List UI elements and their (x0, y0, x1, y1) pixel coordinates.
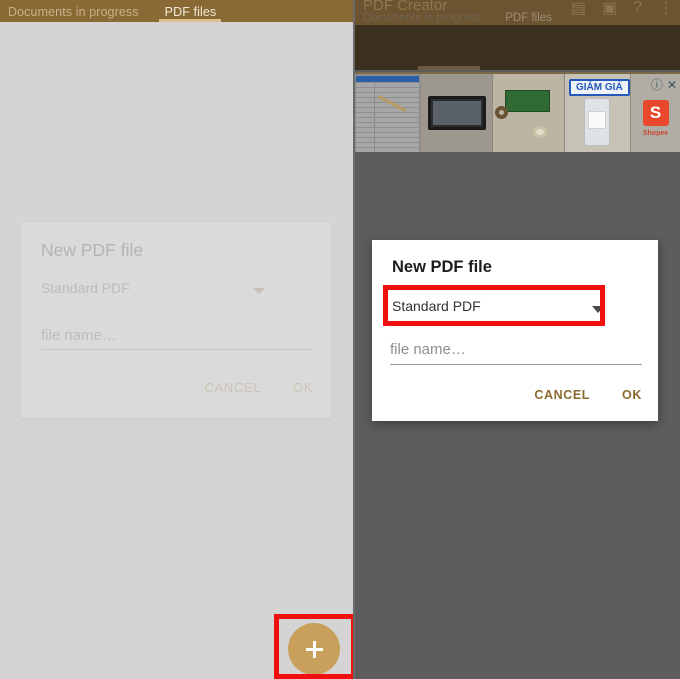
ad-close-icon[interactable]: ✕ (667, 78, 677, 92)
ghost-cancel-button[interactable]: CANCEL (205, 380, 261, 395)
filename-underline (390, 364, 642, 365)
panel-divider (353, 0, 355, 679)
screenshot-root: Documents in progress PDF files New PDF … (0, 0, 680, 679)
ad-thumb-laptop-screen (421, 74, 493, 152)
ad-sale-badge: GIẢM GIÁ (569, 79, 630, 96)
ghost-filename-underline (41, 349, 313, 350)
tab-pdf-files-right[interactable]: PDF files (505, 12, 552, 24)
ghost-dialog-title: New PDF file (41, 240, 144, 260)
right-tab-indicator (418, 66, 480, 70)
ghost-pdf-type-spinner[interactable]: Standard PDF (41, 280, 311, 304)
spinner-selected-value: Standard PDF (392, 298, 481, 314)
new-pdf-fab-left[interactable] (288, 623, 340, 675)
chevron-down-icon (592, 306, 604, 313)
plus-icon (305, 640, 323, 658)
ok-button[interactable]: OK (622, 388, 642, 402)
ad-info-icon[interactable]: ⓘ (651, 76, 663, 93)
right-panel-after-state: PDF Creator ▤ ▣ ? ⋮ Documents in progres… (355, 0, 680, 679)
ghost-ok-button[interactable]: OK (293, 380, 313, 395)
new-pdf-dialog: New PDF file Standard PDF file name… CAN… (372, 240, 658, 421)
pdf-type-spinner[interactable]: Standard PDF (390, 294, 640, 320)
archive-icon[interactable]: ▤ (571, 0, 586, 18)
ghost-dialog-actions: CANCEL OK (205, 380, 313, 395)
upload-icon[interactable]: ▣ (602, 0, 617, 18)
shopee-logo-icon: S (642, 100, 669, 126)
dialog-title: New PDF file (392, 258, 492, 276)
help-icon[interactable]: ? (633, 0, 642, 17)
ghost-spinner-value: Standard PDF (41, 280, 130, 296)
dialog-actions: CANCEL OK (534, 388, 642, 402)
right-tab-row: Documents in progress PDF files (363, 12, 552, 24)
ad-thumb-bottle: GIẢM GIÁ (565, 74, 631, 152)
ad-controls: ⓘ ✕ (651, 76, 677, 93)
ghost-new-pdf-dialog: New PDF file Standard PDF file name… CAN… (21, 222, 331, 418)
ghost-filename-input[interactable]: file name… (41, 327, 313, 350)
filename-placeholder: file name… (390, 341, 466, 358)
ghost-filename-placeholder: file name… (41, 327, 117, 344)
overflow-menu-icon[interactable]: ⋮ (658, 0, 674, 18)
ad-thumb-spare-part (493, 74, 565, 152)
filename-input[interactable]: file name… (390, 341, 642, 365)
ghost-chevron-down-icon (253, 288, 265, 294)
ad-thumb-spreadsheet (355, 74, 421, 152)
right-tab-bar (355, 25, 680, 70)
tab-documents-in-progress-right[interactable]: Documents in progress (363, 12, 481, 24)
app-bar-icons: ▤ ▣ ? ⋮ (571, 0, 674, 18)
cancel-button[interactable]: CANCEL (534, 388, 590, 402)
ad-brand-label: Shopee (642, 130, 669, 137)
advertisement-banner[interactable]: GIẢM GIÁ S Shopee ⓘ ✕ (355, 72, 680, 152)
right-content-scrim: New PDF file Standard PDF file name… CAN… (355, 152, 680, 679)
left-panel-before-state: Documents in progress PDF files New PDF … (0, 0, 355, 679)
tab-documents-in-progress[interactable]: Documents in progress (8, 5, 139, 22)
